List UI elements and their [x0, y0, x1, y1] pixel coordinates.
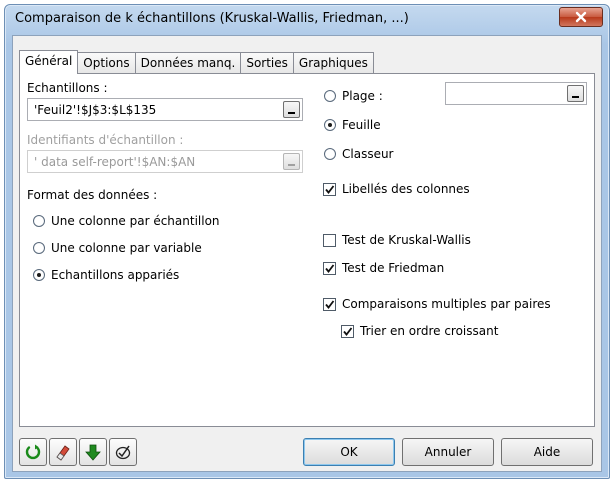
- range-field[interactable]: [445, 82, 587, 105]
- radio-label: Plage :: [342, 89, 383, 103]
- radio-button[interactable]: [33, 269, 45, 281]
- radio-label: Une colonne par variable: [51, 241, 202, 255]
- samples-value: 'Feuil2'!$J$3:$L$135: [34, 103, 157, 117]
- tab-panel-general: Echantillons : 'Feuil2'!$J$3:$L$135 Iden…: [19, 73, 595, 427]
- down-arrow-icon: [85, 444, 101, 461]
- radio-one-column-per-variable[interactable]: Une colonne par variable: [33, 240, 202, 256]
- ok-button[interactable]: OK: [303, 438, 395, 466]
- checkbox-label: Comparaisons multiples par paires: [342, 297, 551, 311]
- checkbox[interactable]: [323, 233, 336, 247]
- dialog-content: Général Options Données manq. Sorties Gr…: [12, 35, 602, 472]
- sample-ids-value: ' data self-report'!$AN:$AN: [34, 155, 196, 169]
- eraser-icon: [56, 445, 70, 461]
- checkbox-label: Test de Kruskal-Wallis: [342, 233, 471, 247]
- checkbox-kruskal-wallis[interactable]: Test de Kruskal-Wallis: [323, 232, 471, 248]
- close-icon: [575, 11, 587, 23]
- reset-button[interactable]: [19, 438, 47, 466]
- checkmark-icon: [325, 299, 335, 309]
- samples-select-button[interactable]: [283, 101, 300, 118]
- radio-label: Une colonne par échantillon: [51, 214, 220, 228]
- checkbox-label: Trier en ordre croissant: [360, 324, 499, 338]
- title-bar[interactable]: Comparaison de k échantillons (Kruskal-W…: [5, 5, 609, 35]
- tab-strip: Général Options Données manq. Sorties Gr…: [19, 50, 374, 74]
- checkbox-multiple-comparisons[interactable]: Comparaisons multiples par paires: [323, 296, 551, 312]
- select-all-icon: [115, 445, 131, 460]
- select-range-icon: [288, 112, 295, 114]
- sample-ids-label: Identifiants d'échantillon :: [27, 133, 184, 147]
- sample-ids-field[interactable]: ' data self-report'!$AN:$AN: [27, 150, 303, 173]
- tab-options[interactable]: Options: [77, 52, 136, 74]
- radio-workbook[interactable]: Classeur: [324, 146, 394, 162]
- sample-ids-select-button[interactable]: [283, 153, 300, 170]
- clear-button[interactable]: [49, 438, 77, 466]
- data-format-label: Format des données :: [27, 188, 158, 202]
- radio-paired-samples[interactable]: Echantillons appariés: [33, 267, 179, 283]
- samples-field[interactable]: 'Feuil2'!$J$3:$L$135: [27, 98, 303, 121]
- radio-range[interactable]: Plage :: [324, 88, 383, 104]
- checkbox-label: Test de Friedman: [342, 261, 445, 275]
- radio-sheet[interactable]: Feuille: [324, 117, 381, 133]
- radio-button[interactable]: [33, 242, 45, 254]
- select-range-icon: [288, 164, 295, 166]
- range-select-button[interactable]: [567, 85, 584, 102]
- reset-icon: [25, 444, 41, 460]
- tab-outputs[interactable]: Sorties: [240, 52, 294, 74]
- tab-missing-data[interactable]: Données manq.: [134, 52, 242, 74]
- checkbox[interactable]: [323, 182, 336, 196]
- checkbox[interactable]: [323, 297, 336, 311]
- checkmark-icon: [343, 326, 353, 336]
- samples-label: Echantillons :: [27, 81, 108, 95]
- close-button[interactable]: [559, 7, 603, 27]
- tab-general[interactable]: Général: [19, 50, 79, 74]
- checkbox-friedman[interactable]: Test de Friedman: [323, 260, 444, 276]
- checkbox[interactable]: [341, 324, 354, 338]
- help-button[interactable]: Aide: [501, 438, 593, 466]
- window-title: Comparaison de k échantillons (Kruskal-W…: [15, 11, 409, 26]
- radio-button[interactable]: [324, 90, 336, 102]
- radio-label: Feuille: [342, 118, 381, 132]
- checkbox-column-labels[interactable]: Libellés des colonnes: [323, 181, 470, 197]
- select-range-icon: [572, 96, 579, 98]
- radio-button[interactable]: [324, 119, 336, 131]
- checkbox-sort-ascending[interactable]: Trier en ordre croissant: [341, 323, 498, 339]
- checkbox-label: Libellés des colonnes: [342, 182, 470, 196]
- cancel-button[interactable]: Annuler: [402, 438, 494, 466]
- tab-charts[interactable]: Graphiques: [292, 52, 374, 74]
- checkmark-icon: [325, 263, 335, 273]
- checkmark-icon: [325, 184, 335, 194]
- checkbox[interactable]: [323, 261, 336, 275]
- radio-button[interactable]: [324, 148, 336, 160]
- radio-label: Classeur: [342, 147, 394, 161]
- move-down-button[interactable]: [79, 438, 107, 466]
- radio-button[interactable]: [33, 215, 45, 227]
- radio-label: Echantillons appariés: [51, 268, 180, 282]
- select-all-button[interactable]: [109, 438, 137, 466]
- radio-one-column-per-sample[interactable]: Une colonne par échantillon: [33, 213, 220, 229]
- dialog-window: Comparaison de k échantillons (Kruskal-W…: [4, 4, 610, 479]
